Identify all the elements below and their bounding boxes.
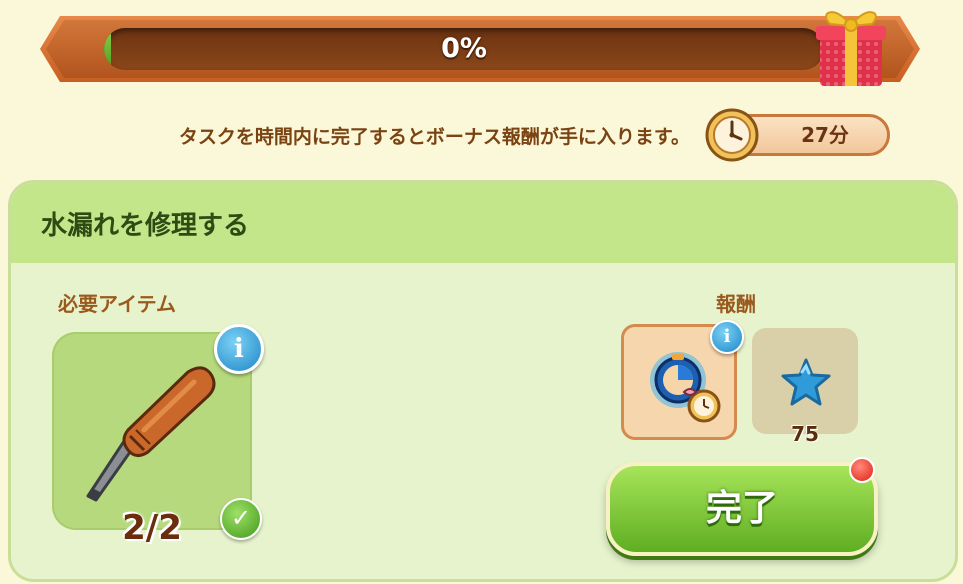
complete-button[interactable]: 完了	[606, 462, 878, 556]
reward-label: 報酬	[716, 292, 756, 316]
item-info-button[interactable]: i	[214, 324, 264, 374]
time-boost-icon	[650, 352, 721, 423]
reward-star-count: 75	[791, 422, 819, 446]
clock-icon	[705, 108, 759, 162]
notification-dot	[849, 457, 875, 483]
check-icon: ✓	[220, 498, 262, 540]
gift-box-icon[interactable]	[816, 0, 886, 90]
required-item-count: 2/2	[122, 508, 182, 548]
required-items-label: 必要アイテム	[58, 292, 176, 316]
blue-star-icon	[781, 358, 831, 406]
bonus-description: タスクを時間内に完了するとボーナス報酬が手に入ります。	[178, 126, 690, 148]
reward-info-button[interactable]: i	[710, 320, 744, 354]
task-title: 水漏れを修理する	[41, 211, 250, 241]
timer-value: 27分	[801, 123, 849, 147]
progress-label: 0%	[441, 33, 487, 64]
complete-button-label: 完了	[705, 488, 778, 529]
screwdriver-icon	[86, 366, 216, 502]
